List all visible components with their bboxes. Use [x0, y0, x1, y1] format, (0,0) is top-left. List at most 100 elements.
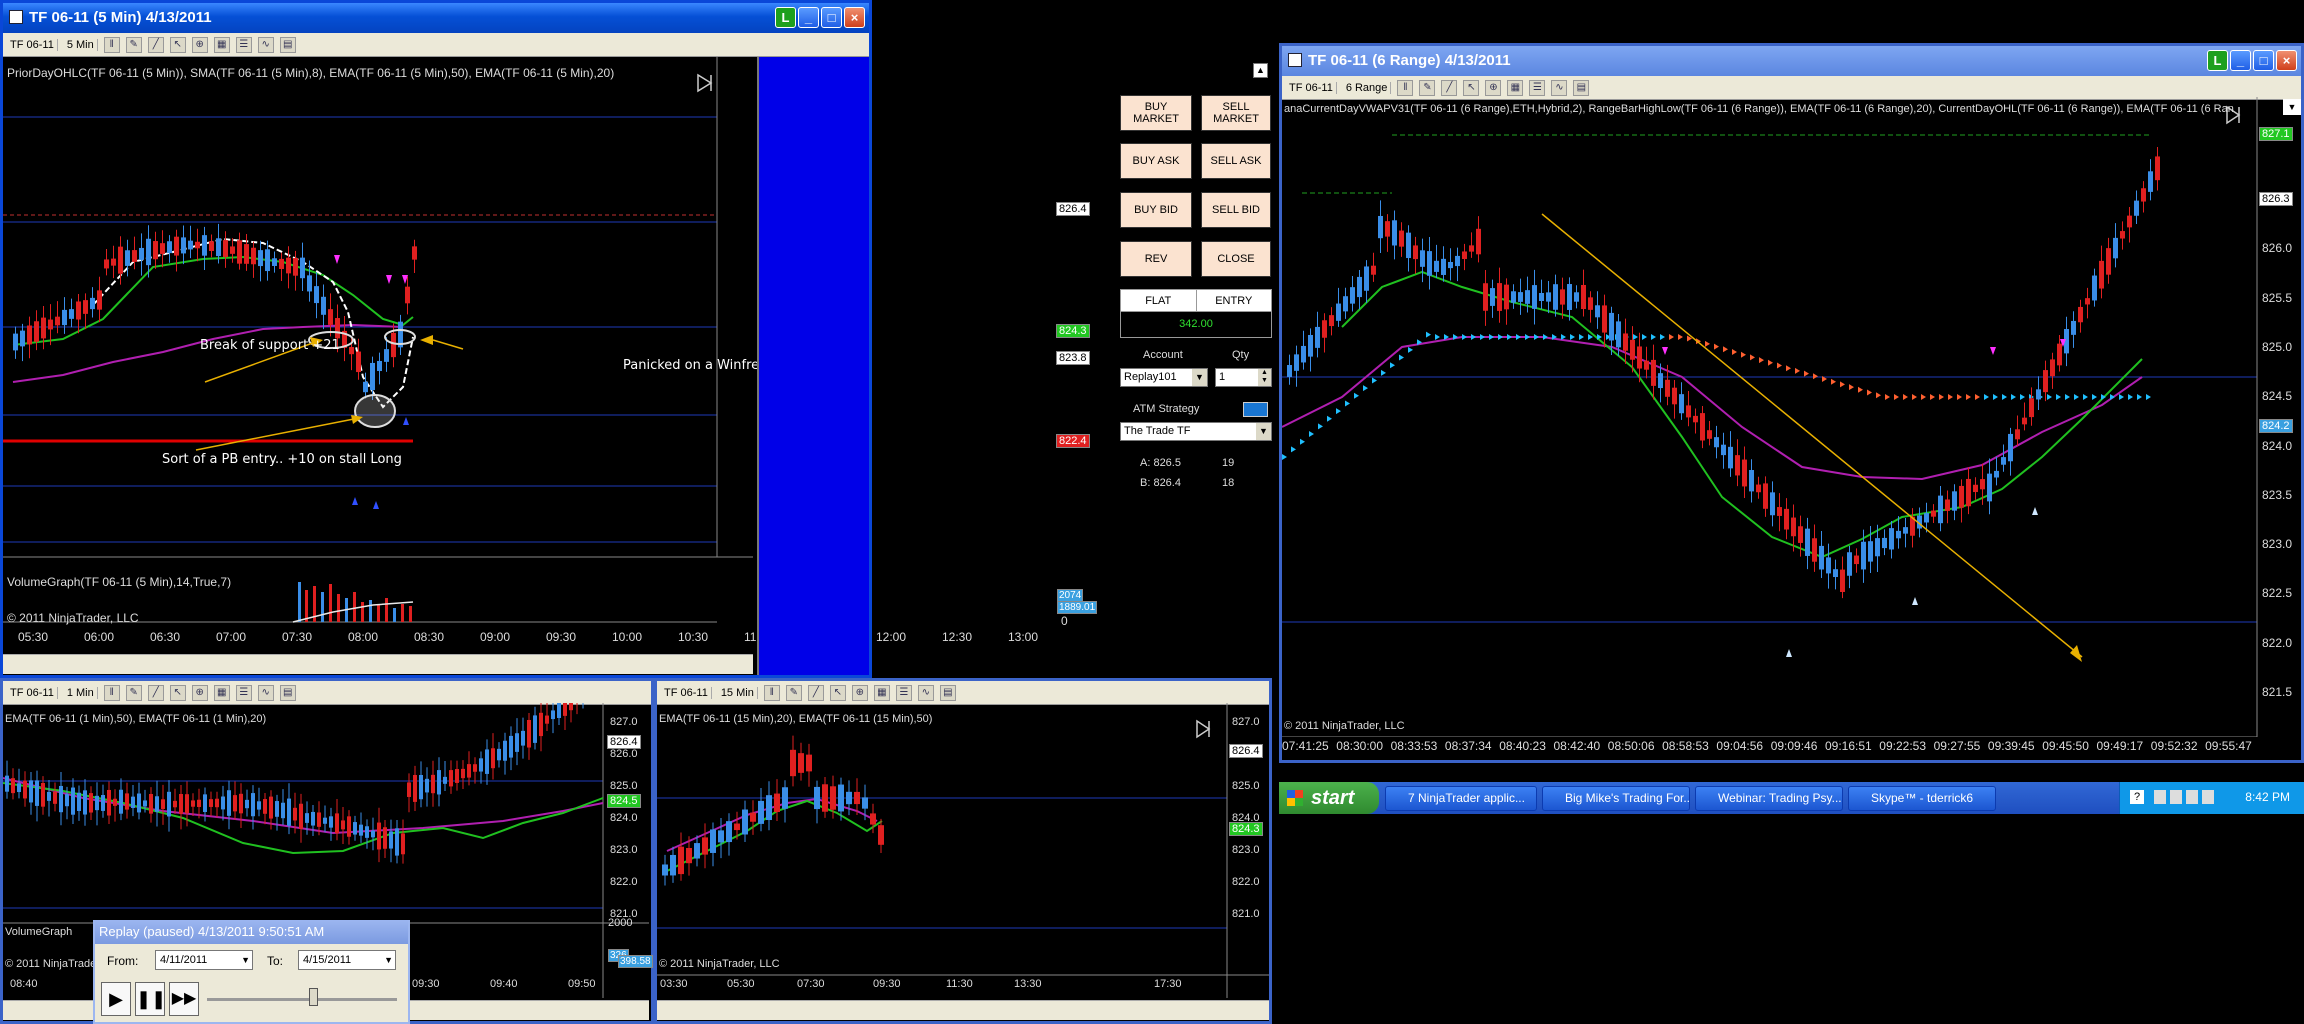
indicators-icon[interactable]: ∿: [917, 684, 934, 701]
slider-thumb[interactable]: [309, 988, 318, 1006]
time-tick: 08:00: [348, 630, 379, 644]
chevron-down-icon[interactable]: ▼: [384, 951, 393, 969]
chevron-down-icon[interactable]: ▼: [2283, 99, 2301, 115]
chevron-down-icon[interactable]: ▼: [1256, 423, 1271, 440]
maximize-icon[interactable]: □: [821, 7, 842, 28]
candle: [365, 826, 369, 838]
start-button[interactable]: start: [1279, 782, 1379, 814]
reverse-button[interactable]: REV: [1120, 241, 1192, 277]
help-icon[interactable]: ?: [2130, 790, 2144, 804]
link-icon[interactable]: L: [2207, 50, 2228, 71]
draw-tool-icon[interactable]: ╱: [147, 36, 164, 53]
interval-select[interactable]: 15 Min: [717, 686, 758, 699]
vwap-dot: [1579, 334, 1584, 340]
to-date[interactable]: 4/15/2011 ▼: [298, 950, 396, 970]
properties-icon[interactable]: ☰: [895, 684, 912, 701]
maximize-icon[interactable]: □: [2253, 50, 2274, 71]
speed-slider[interactable]: [207, 998, 397, 1001]
time-tick: 09:30: [873, 978, 901, 990]
pencil-icon[interactable]: ✎: [785, 684, 802, 701]
pencil-icon[interactable]: ✎: [125, 684, 142, 701]
task-bigmike[interactable]: Big Mike's Trading For...: [1542, 786, 1690, 811]
task-skype[interactable]: Skype™ - tderrick6: [1848, 786, 1996, 811]
sell-bid-button[interactable]: SELL BID: [1201, 192, 1271, 228]
pointer-icon[interactable]: ↖: [169, 684, 186, 701]
pointer-icon[interactable]: ↖: [829, 684, 846, 701]
task-webinar[interactable]: Webinar: Trading Psy...: [1695, 786, 1843, 811]
chevron-down-icon[interactable]: ▼: [241, 951, 250, 969]
vwap-dot: [1759, 357, 1764, 364]
bar-type-icon[interactable]: ‖: [103, 684, 120, 701]
chart-5min[interactable]: [3, 57, 753, 654]
properties-icon[interactable]: ☰: [235, 36, 252, 53]
indicators-icon[interactable]: ∿: [1551, 79, 1568, 96]
strategies-icon[interactable]: ▤: [939, 684, 956, 701]
bar-type-icon[interactable]: ‖: [1397, 79, 1414, 96]
properties-icon[interactable]: ☰: [235, 684, 252, 701]
indicators-icon[interactable]: ∿: [257, 684, 274, 701]
strategies-icon[interactable]: ▤: [279, 36, 296, 53]
interval-select[interactable]: 1 Min: [63, 686, 98, 699]
pointer-icon[interactable]: ↖: [1463, 79, 1480, 96]
interval-select[interactable]: 5 Min: [63, 38, 98, 51]
draw-tool-icon[interactable]: ╱: [1441, 79, 1458, 96]
collapse-icon[interactable]: ▲: [1253, 63, 1268, 78]
chart-trader-icon[interactable]: ▦: [873, 684, 890, 701]
chart-15min[interactable]: [657, 703, 1269, 998]
properties-icon[interactable]: ☰: [1529, 79, 1546, 96]
stepper-icon[interactable]: ▲ ▼: [1258, 369, 1271, 386]
bar-type-icon[interactable]: ‖: [763, 684, 780, 701]
minimize-icon[interactable]: _: [798, 7, 819, 28]
instrument-select[interactable]: TF 06-11: [661, 686, 712, 699]
zoom-icon[interactable]: ⊕: [1485, 79, 1502, 96]
chart-trader-icon[interactable]: ▦: [213, 684, 230, 701]
account-select[interactable]: Replay101 ▼: [1120, 368, 1208, 387]
title-bar[interactable]: TF 06-11 (5 Min) 4/13/2011 L _ □ ×: [3, 3, 869, 33]
zoom-icon[interactable]: ⊕: [851, 684, 868, 701]
close-position-button[interactable]: CLOSE: [1201, 241, 1271, 277]
atm-select[interactable]: The Trade TF ▼: [1120, 422, 1272, 441]
chart-trader-icon[interactable]: ▦: [213, 36, 230, 53]
strategies-icon[interactable]: ▤: [279, 684, 296, 701]
tray-icons[interactable]: [2154, 790, 2214, 804]
buy-bid-button[interactable]: BUY BID: [1120, 192, 1192, 228]
replay-title-bar[interactable]: Replay (paused) 4/13/2011 9:50:51 AM: [95, 920, 408, 944]
bar-type-icon[interactable]: ‖: [103, 36, 120, 53]
chevron-down-icon[interactable]: ▼: [1192, 369, 1207, 386]
close-icon[interactable]: ×: [844, 7, 865, 28]
instrument-select[interactable]: TF 06-11: [7, 38, 58, 51]
horizontal-scrollbar[interactable]: [657, 1000, 1269, 1020]
candle: [1658, 373, 1663, 389]
interval-select[interactable]: 6 Range: [1342, 81, 1392, 94]
fast-forward-button[interactable]: ▶▶: [169, 982, 199, 1016]
vwap-dot: [2137, 394, 2142, 400]
instrument-select[interactable]: TF 06-11: [1286, 81, 1337, 94]
chart-6range[interactable]: [1282, 97, 2302, 737]
qty-stepper[interactable]: 1 ▲ ▼: [1215, 368, 1272, 387]
minimize-icon[interactable]: _: [2230, 50, 2251, 71]
zoom-icon[interactable]: ⊕: [191, 684, 208, 701]
sell-ask-button[interactable]: SELL ASK: [1201, 143, 1271, 179]
from-date[interactable]: 4/11/2011 ▼: [155, 950, 253, 970]
pencil-icon[interactable]: ✎: [125, 36, 142, 53]
draw-tool-icon[interactable]: ╱: [807, 684, 824, 701]
instrument-select[interactable]: TF 06-11: [7, 686, 58, 699]
indicators-icon[interactable]: ∿: [257, 36, 274, 53]
task-ninjatrader[interactable]: 7 NinjaTrader applic...: [1385, 786, 1537, 811]
title-bar[interactable]: TF 06-11 (6 Range) 4/13/2011 L _ □ ×: [1282, 46, 2301, 76]
pause-button[interactable]: ❚❚: [135, 982, 166, 1016]
play-button[interactable]: ▶: [101, 982, 131, 1016]
close-icon[interactable]: ×: [2276, 50, 2297, 71]
link-icon[interactable]: L: [775, 7, 796, 28]
buy-market-button[interactable]: BUY MARKET: [1120, 95, 1192, 131]
draw-tool-icon[interactable]: ╱: [147, 684, 164, 701]
horizontal-scrollbar[interactable]: [3, 654, 753, 674]
strategies-icon[interactable]: ▤: [1573, 79, 1590, 96]
chart-trader-icon[interactable]: ▦: [1507, 79, 1524, 96]
vwap-dot: [1309, 431, 1314, 438]
zoom-icon[interactable]: ⊕: [191, 36, 208, 53]
sell-market-button[interactable]: SELL MARKET: [1201, 95, 1271, 131]
pointer-icon[interactable]: ↖: [169, 36, 186, 53]
buy-ask-button[interactable]: BUY ASK: [1120, 143, 1192, 179]
pencil-icon[interactable]: ✎: [1419, 79, 1436, 96]
